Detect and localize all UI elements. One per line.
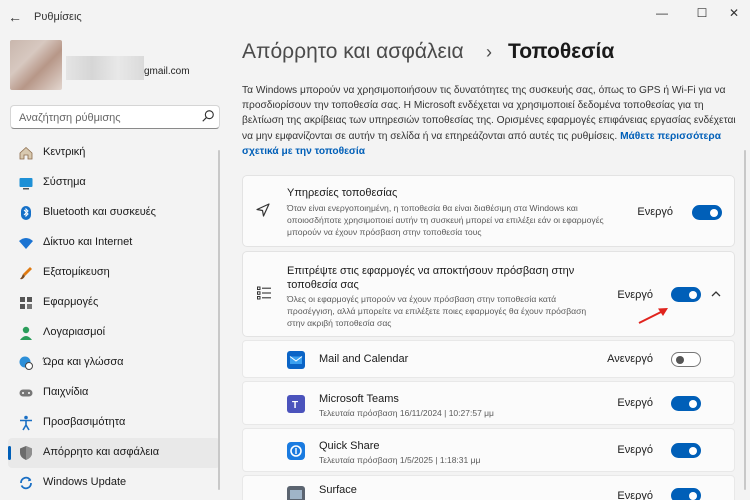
sidebar-item-windows-update[interactable]: Windows Update	[8, 468, 220, 498]
brush-icon	[20, 267, 32, 280]
sidebar-item-label: Λογαριασμοί	[43, 326, 106, 338]
sidebar-item-label: Σύστημα	[43, 176, 86, 188]
sidebar-item-time-language[interactable]: Ώρα και γλώσσα	[8, 348, 220, 378]
location-services-toggle[interactable]	[692, 205, 722, 220]
sidebar-item-accessibility[interactable]: Προσβασιμότητα	[8, 408, 220, 438]
app-title: Ρυθμίσεις	[34, 11, 82, 23]
profile-name-blurred	[66, 56, 144, 80]
app-last-access: Τελευταία πρόσβαση 1/5/2025 | 1:18:31 μμ	[319, 455, 481, 465]
sidebar-item-label: Windows Update	[43, 476, 127, 488]
sidebar-item-apps[interactable]: Εφαρμογές	[8, 288, 220, 318]
system-icon	[19, 178, 33, 190]
app-status: Ενεργό	[617, 444, 653, 456]
apps-icon	[20, 297, 32, 309]
location-services-description: Όταν είναι ενεργοποιημένη, η τοποθεσία θ…	[287, 203, 604, 237]
location-arrow-icon	[256, 203, 270, 217]
sidebar-item-system[interactable]: Σύστημα	[8, 168, 220, 198]
app-row-surface: Surface Ενεργό	[242, 475, 735, 500]
avatar	[10, 40, 62, 90]
app-row-teams: T Microsoft Teams Τελευταία πρόσβαση 16/…	[242, 381, 735, 425]
app-row-mail-calendar: Mail and Calendar Ανενεργό	[242, 340, 735, 378]
sidebar-scrollbar[interactable]	[218, 150, 220, 490]
gamepad-icon	[19, 389, 33, 397]
sidebar-item-label: Εξατομίκευση	[43, 266, 110, 278]
app-status: Ενεργό	[617, 397, 653, 409]
app-name: Surface	[319, 484, 357, 496]
annotation-arrow-icon	[638, 308, 668, 324]
wifi-icon	[19, 238, 33, 249]
sidebar-item-gaming[interactable]: Παιχνίδια	[8, 378, 220, 408]
chevron-up-icon[interactable]	[710, 288, 722, 300]
app-location-access-card[interactable]: Επιτρέψτε στις εφαρμογές να αποκτήσουν π…	[242, 251, 735, 337]
bluetooth-icon	[21, 206, 31, 220]
sidebar-item-label: Παιχνίδια	[43, 386, 89, 398]
sidebar-nav: Κεντρική Σύστημα Bluetooth και συσκευές …	[8, 138, 220, 498]
accessibility-icon	[20, 415, 32, 431]
app-last-access: Τελευταία πρόσβαση 16/11/2024 | 10:27:57…	[319, 408, 494, 418]
sidebar-item-personalization[interactable]: Εξατομίκευση	[8, 258, 220, 288]
breadcrumb-parent[interactable]: Απόρρητο και ασφάλεια	[242, 40, 464, 64]
home-icon	[19, 146, 33, 160]
list-icon	[257, 286, 271, 300]
sidebar-item-label: Προσβασιμότητα	[43, 416, 126, 428]
app-status: Ενεργό	[617, 490, 653, 500]
location-services-card[interactable]: Υπηρεσίες τοποθεσίας Όταν είναι ενεργοπο…	[242, 175, 735, 247]
back-arrow-icon[interactable]: ←	[6, 8, 24, 26]
breadcrumb-separator: ›	[486, 42, 492, 62]
sidebar-item-label: Δίκτυο και Internet	[43, 236, 133, 248]
teams-toggle[interactable]	[671, 396, 701, 411]
intro-paragraph: Τα Windows μπορούν να χρησιμοποιήσουν τι…	[242, 83, 742, 159]
app-name: Microsoft Teams	[319, 393, 399, 405]
app-row-quick-share: Quick Share Τελευταία πρόσβαση 1/5/2025 …	[242, 428, 735, 472]
sidebar-item-label: Απόρρητο και ασφάλεια	[43, 446, 160, 458]
quick-share-icon	[287, 442, 305, 460]
location-services-title: Υπηρεσίες τοποθεσίας	[287, 187, 398, 199]
surface-icon	[287, 486, 305, 500]
sidebar-item-accounts[interactable]: Λογαριασμοί	[8, 318, 220, 348]
minimize-icon[interactable]: —	[650, 4, 674, 22]
update-icon	[20, 476, 32, 490]
app-access-title: Επιτρέψτε στις εφαρμογές να αποκτήσουν π…	[287, 265, 575, 291]
app-access-description: Όλες οι εφαρμογές μπορούν να έχουν πρόσβ…	[287, 294, 587, 328]
page-title: Τοποθεσία	[508, 40, 615, 63]
sidebar-item-privacy-security[interactable]: Απόρρητο και ασφάλεια	[8, 438, 220, 468]
sidebar-item-home[interactable]: Κεντρική	[8, 138, 220, 168]
quick-share-toggle[interactable]	[671, 443, 701, 458]
search-placeholder: Αναζήτηση ρύθμισης	[19, 112, 121, 124]
main-scrollbar[interactable]	[744, 150, 746, 490]
close-icon[interactable]: ✕	[722, 4, 746, 22]
svg-text:T: T	[292, 400, 298, 411]
location-services-status: Ενεργό	[637, 206, 673, 218]
app-status: Ανενεργό	[607, 353, 653, 365]
mail-calendar-toggle[interactable]	[671, 352, 701, 367]
sidebar-item-label: Bluetooth και συσκευές	[43, 206, 156, 218]
shield-icon	[20, 446, 32, 460]
app-name: Quick Share	[319, 440, 380, 452]
sidebar-item-label: Κεντρική	[43, 146, 86, 158]
sidebar-item-bluetooth[interactable]: Bluetooth και συσκευές	[8, 198, 220, 228]
sidebar-item-network[interactable]: Δίκτυο και Internet	[8, 228, 220, 258]
account-icon	[20, 326, 32, 340]
search-input[interactable]: Αναζήτηση ρύθμισης	[10, 105, 220, 129]
title-bar: ← Ρυθμίσεις — ☐ ✕	[0, 0, 750, 34]
maximize-icon[interactable]: ☐	[690, 4, 714, 22]
globe-clock-icon	[19, 356, 33, 370]
teams-icon: T	[287, 395, 305, 413]
mail-icon	[287, 351, 305, 369]
search-icon	[202, 110, 214, 122]
surface-toggle[interactable]	[671, 488, 701, 500]
sidebar-item-label: Ώρα και γλώσσα	[43, 356, 124, 368]
sidebar-item-label: Εφαρμογές	[43, 296, 99, 308]
app-access-toggle[interactable]	[671, 287, 701, 302]
app-access-status: Ενεργό	[617, 289, 653, 301]
profile-email: gmail.com	[144, 66, 190, 77]
app-name: Mail and Calendar	[319, 353, 409, 365]
